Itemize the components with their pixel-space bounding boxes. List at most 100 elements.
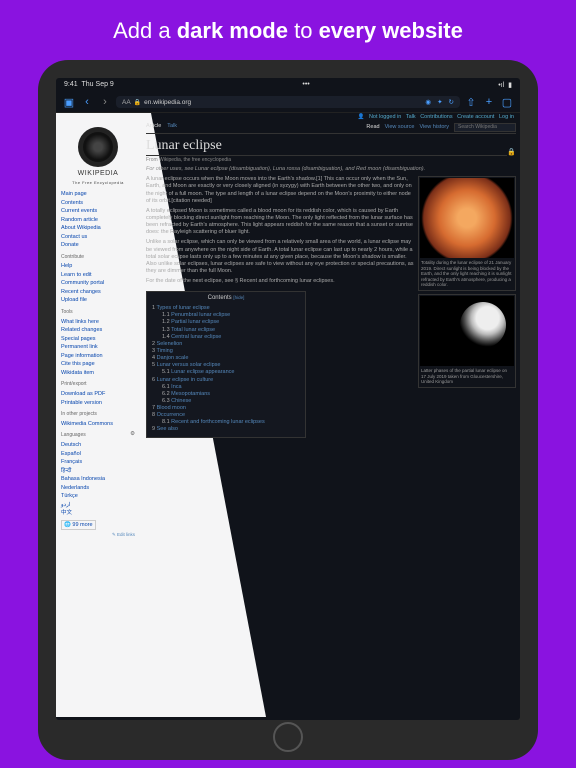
tab-talk[interactable]: Talk — [167, 123, 177, 132]
hero-title: Add a dark mode to every website — [0, 0, 576, 58]
status-bar: 9:41 Thu Sep 9 ••• •ıl ▮ — [56, 78, 520, 92]
toc-item[interactable]: 7 Blood moon — [152, 405, 300, 412]
toc-subitem[interactable]: 6.1 Inca — [152, 384, 300, 391]
page-content: 👤 Not logged in Talk Contributions Creat… — [56, 113, 520, 717]
back-icon[interactable]: ‹ — [80, 95, 94, 109]
thumb-1[interactable]: Totality during the lunar eclipse of 21 … — [418, 176, 516, 291]
article-tabs: Article Talk Read View source View histo… — [146, 123, 516, 134]
edit-links[interactable]: ✎ Edit links — [61, 532, 135, 539]
lock-icon: 🔒 — [134, 99, 141, 106]
sidebar-item[interactable]: Bahasa Indonesia — [61, 475, 135, 484]
tab-viewsource[interactable]: View source — [385, 124, 415, 131]
toc-item[interactable]: 8 Occurrence — [152, 412, 300, 419]
sidebar-item[interactable]: Deutsch — [61, 441, 135, 450]
sidebar-item[interactable]: About Wikipedia — [61, 224, 135, 233]
sidebar-item[interactable]: Contact us — [61, 233, 135, 242]
wikipedia-wordmark: WIKIPEDIAThe Free Encyclopedia — [61, 168, 135, 186]
sidebar-item[interactable]: Random article — [61, 216, 135, 225]
protect-icon: 🔒 — [507, 148, 516, 157]
hatnote: For other uses, see Lunar eclipse (disam… — [146, 166, 516, 173]
tab-article[interactable]: Article — [146, 123, 161, 132]
reload-icon[interactable]: ↻ — [449, 98, 454, 106]
wikipedia-logo[interactable] — [78, 127, 118, 167]
forward-icon[interactable]: › — [98, 95, 112, 109]
more-langs[interactable]: 🌐 99 more — [61, 520, 96, 531]
login-link[interactable]: Log in — [499, 114, 514, 120]
sidebar-item[interactable]: Current events — [61, 207, 135, 216]
url-bar[interactable]: AA 🔒 en.wikipedia.org ◉ ✦ ↻ — [116, 96, 460, 108]
toc-item[interactable]: 1 Types of lunar eclipse — [152, 305, 300, 312]
toc-item[interactable]: 4 Danjon scale — [152, 355, 300, 362]
sidebar-item[interactable]: Donate — [61, 241, 135, 250]
browser-toolbar: ▣ ‹ › AA 🔒 en.wikipedia.org ◉ ✦ ↻ ⇧ + ▢ — [56, 92, 520, 113]
para: Unlike a solar eclipse, which can only b… — [146, 239, 414, 275]
infobox: Totality during the lunar eclipse of 21 … — [418, 176, 516, 437]
sidebar-item[interactable]: Upload file — [61, 296, 135, 305]
sidebar-item[interactable]: Contents — [61, 199, 135, 208]
ipad-frame: 9:41 Thu Sep 9 ••• •ıl ▮ ▣ ‹ › AA 🔒 en.w… — [38, 60, 538, 760]
sidebar-item[interactable]: What links here — [61, 318, 135, 327]
toc-subitem[interactable]: 1.4 Central lunar eclipse — [152, 334, 300, 341]
sidebar: WIKIPEDIAThe Free Encyclopedia Main page… — [56, 121, 140, 720]
sidebar-item[interactable]: Wikimedia Commons — [61, 420, 135, 429]
sidebar-item[interactable]: हिन्दी — [61, 467, 135, 476]
tab-history[interactable]: View history — [419, 124, 449, 131]
blood-moon-image — [420, 178, 514, 258]
toc-item[interactable]: 3 Timing — [152, 348, 300, 355]
sidebar-item[interactable]: Nederlands — [61, 484, 135, 493]
create-account-link[interactable]: Create account — [457, 114, 494, 120]
toc: Contents [hide] 1 Types of lunar eclipse… — [146, 291, 306, 437]
sidebar-item[interactable]: Printable version — [61, 399, 135, 408]
toc-subitem[interactable]: 6.2 Mesopotamians — [152, 391, 300, 398]
toc-hide[interactable]: [hide] — [233, 295, 244, 300]
shield-icon[interactable]: ◉ — [425, 98, 431, 106]
sidebar-item[interactable]: 中文 — [61, 509, 135, 518]
sidebar-item[interactable]: Main page — [61, 190, 135, 199]
gear-icon[interactable]: ⚙ — [130, 430, 135, 439]
search-input[interactable]: Search Wikipedia — [454, 123, 516, 132]
sidebar-item[interactable]: Download as PDF — [61, 390, 135, 399]
sidebar-item[interactable]: Cite this page — [61, 360, 135, 369]
aa-icon[interactable]: AA — [122, 99, 131, 106]
toc-subitem[interactable]: 5.1 Lunar eclipse appearance — [152, 369, 300, 376]
toc-subitem[interactable]: 6.3 Chinese — [152, 398, 300, 405]
contrib-link[interactable]: Contributions — [420, 114, 452, 120]
sidebar-item[interactable]: Page information — [61, 352, 135, 361]
toc-subitem[interactable]: 1.3 Total lunar eclipse — [152, 327, 300, 334]
para: A totally eclipsed Moon is sometimes cal… — [146, 208, 414, 237]
sidebar-item[interactable]: Wikidata item — [61, 369, 135, 378]
sidebar-item[interactable]: Türkçe — [61, 492, 135, 501]
home-button[interactable] — [273, 722, 303, 752]
partial-eclipse-image — [420, 296, 514, 366]
thumb-2[interactable]: Latter phases of the partial lunar eclip… — [418, 294, 516, 388]
page-title: Lunar eclipse — [146, 137, 507, 156]
sidebar-icon[interactable]: ▣ — [62, 95, 76, 109]
toc-subitem[interactable]: 1.1 Penumbral lunar eclipse — [152, 312, 300, 319]
puzzle-icon[interactable]: ✦ — [437, 98, 442, 106]
toc-item[interactable]: 9 See also — [152, 426, 300, 433]
toc-item[interactable]: 5 Lunar versus solar eclipse — [152, 362, 300, 369]
toc-item[interactable]: 6 Lunar eclipse in culture — [152, 377, 300, 384]
toc-subitem[interactable]: 1.2 Partial lunar eclipse — [152, 319, 300, 326]
sidebar-item[interactable]: Help — [61, 262, 135, 271]
new-tab-icon[interactable]: + — [482, 95, 496, 109]
sidebar-item[interactable]: Español — [61, 450, 135, 459]
sidebar-item[interactable]: اردو — [61, 501, 135, 510]
screen: 9:41 Thu Sep 9 ••• •ıl ▮ ▣ ‹ › AA 🔒 en.w… — [56, 78, 520, 720]
article: Article Talk Read View source View histo… — [140, 121, 520, 720]
sidebar-item[interactable]: Français — [61, 458, 135, 467]
talk-link[interactable]: Talk — [406, 114, 416, 120]
sidebar-item[interactable]: Recent changes — [61, 288, 135, 297]
sidebar-item[interactable]: Related changes — [61, 326, 135, 335]
toc-item[interactable]: 2 Selenelion — [152, 341, 300, 348]
user-links: 👤 Not logged in Talk Contributions Creat… — [56, 113, 520, 121]
sidebar-item[interactable]: Permanent link — [61, 343, 135, 352]
status-icons: •ıl ▮ — [498, 81, 512, 89]
sidebar-item[interactable]: Community portal — [61, 279, 135, 288]
tab-read[interactable]: Read — [366, 124, 379, 131]
toc-subitem[interactable]: 8.1 Recent and forthcoming lunar eclipse… — [152, 419, 300, 426]
sidebar-item[interactable]: Learn to edit — [61, 271, 135, 280]
sidebar-item[interactable]: Special pages — [61, 335, 135, 344]
share-icon[interactable]: ⇧ — [464, 95, 478, 109]
tabs-icon[interactable]: ▢ — [500, 95, 514, 109]
